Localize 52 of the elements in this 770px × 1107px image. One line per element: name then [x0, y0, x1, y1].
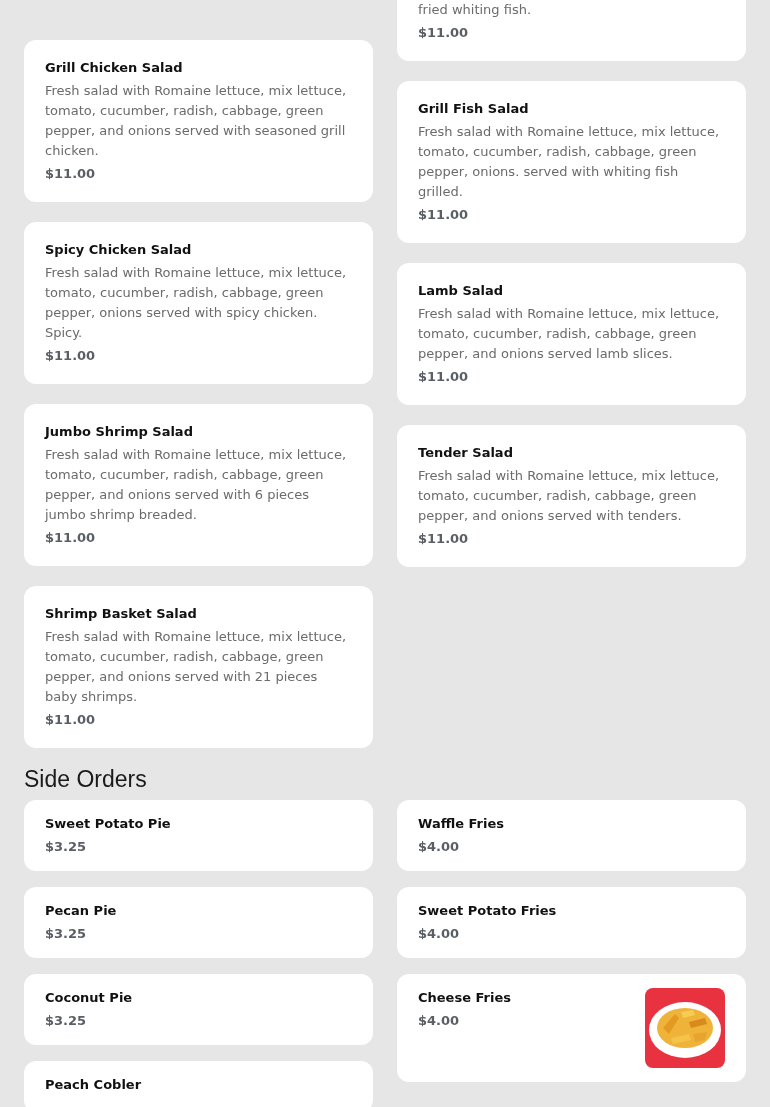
item-price: $4.00 — [418, 1012, 461, 1030]
menu-item-card[interactable]: Grill Fish Salad Fresh salad with Romaine lettuce, mix lettuce, tomato, cucumber, radish, cabbage, green pepper, onions. served with whiting fish grilled. $11.00 — [397, 81, 746, 243]
item-name: Spicy Chicken Salad — [45, 241, 193, 259]
item-description: Fresh salad with Romaine lettuce, mix lettuce, tomato, cucumber, radish, cabbage, green pepper, onions served with spicy chicken. Spicy. — [45, 264, 348, 342]
item-name: Sweet Potato Fries — [418, 902, 558, 920]
item-description: Fresh salad with Romaine lettuce, mix lettuce, tomato, cucumber, radish, cabbage, green pepper, and onions served with 21 pieces baby shrimps. — [45, 628, 348, 706]
menu-item-card[interactable]: fried whiting fish. $11.00 — [397, 0, 746, 61]
item-description: Fresh salad with Romaine lettuce, mix lettuce, tomato, cucumber, radish, cabbage, green pepper, and onions served lamb slices. — [418, 305, 721, 363]
menu-item-card[interactable]: Spicy Chicken Salad Fresh salad with Romaine lettuce, mix lettuce, tomato, cucumber, radish, cabbage, green pepper, onions served with spicy chicken. Spicy. $11.00 — [24, 222, 373, 384]
menu-item-card[interactable]: Tender Salad Fresh salad with Romaine lettuce, mix lettuce, tomato, cucumber, radish, cabbage, green pepper, and onions served with tenders. $11.00 — [397, 425, 746, 567]
item-name: Lamb Salad — [418, 282, 505, 300]
menu-item-card[interactable]: Sweet Potato Fries $4.00 — [397, 887, 746, 958]
menu-item-card[interactable]: Shrimp Basket Salad Fresh salad with Romaine lettuce, mix lettuce, tomato, cucumber, radish, cabbage, green pepper, and onions served with 21 pieces baby shrimps. $11.00 — [24, 586, 373, 748]
item-description: Fresh salad with Romaine lettuce, mix lettuce, tomato, cucumber, radish, cabbage, green pepper, and onions served with tenders. — [418, 467, 721, 525]
item-name: Grill Fish Salad — [418, 100, 530, 118]
item-name: Cheese Fries — [418, 989, 512, 1007]
menu-item-card[interactable]: Pecan Pie $3.25 — [24, 887, 373, 958]
menu-item-card[interactable]: Grill Chicken Salad Fresh salad with Romaine lettuce, mix lettuce, tomato, cucumber, radish, cabbage, green pepper, and onions served with seasoned grill chicken. $11.00 — [24, 40, 373, 202]
menu-item-card[interactable]: Jumbo Shrimp Salad Fresh salad with Romaine lettuce, mix lettuce, tomato, cucumber, radish, cabbage, green pepper, and onions served with 6 pieces jumbo shrimp breaded. $11.00 — [24, 404, 373, 566]
item-price: $4.00 — [418, 925, 461, 943]
item-name: Jumbo Shrimp Salad — [45, 423, 194, 441]
item-name: Grill Chicken Salad — [45, 59, 184, 77]
item-price: $11.00 — [418, 368, 470, 386]
item-price: $11.00 — [45, 711, 97, 729]
item-price: $11.00 — [45, 529, 97, 547]
menu-item-card[interactable]: Sweet Potato Pie $3.25 — [24, 800, 373, 871]
menu-item-card[interactable]: Waffle Fries $4.00 — [397, 800, 746, 871]
menu-item-card[interactable]: Cheese Fries $4.00 — [397, 974, 746, 1082]
item-price: $11.00 — [418, 24, 470, 42]
item-name: Tender Salad — [418, 444, 514, 462]
item-name: Waffle Fries — [418, 815, 505, 833]
item-name: Shrimp Basket Salad — [45, 605, 198, 623]
menu-item-card[interactable]: Peach Cobler — [24, 1061, 373, 1107]
item-description: Fresh salad with Romaine lettuce, mix lettuce, tomato, cucumber, radish, cabbage, green pepper, onions. served with whiting fish grilled. — [418, 123, 721, 201]
item-price: $11.00 — [418, 530, 470, 548]
item-price: $11.00 — [418, 206, 470, 224]
item-price: $4.00 — [418, 838, 461, 856]
item-name: Pecan Pie — [45, 902, 118, 920]
item-description: Fresh salad with Romaine lettuce, mix lettuce, tomato, cucumber, radish, cabbage, green pepper, and onions served with 6 pieces jumbo shrimp breaded. — [45, 446, 348, 524]
item-price: $3.25 — [45, 925, 88, 943]
item-name: Coconut Pie — [45, 989, 134, 1007]
menu-item-card[interactable]: Coconut Pie $3.25 — [24, 974, 373, 1045]
item-price: $3.25 — [45, 1012, 88, 1030]
section-heading: Side Orders — [24, 765, 148, 794]
item-price: $11.00 — [45, 165, 97, 183]
item-name: Sweet Potato Pie — [45, 815, 172, 833]
item-price: $11.00 — [45, 347, 97, 365]
item-price: $3.25 — [45, 838, 88, 856]
item-name: Peach Cobler — [45, 1076, 143, 1094]
menu-item-card[interactable]: Lamb Salad Fresh salad with Romaine lettuce, mix lettuce, tomato, cucumber, radish, cabbage, green pepper, and onions served lamb slices. $11.00 — [397, 263, 746, 405]
item-description: Fresh salad with Romaine lettuce, mix lettuce, tomato, cucumber, radish, cabbage, green pepper, and onions served with seasoned grill chicken. — [45, 82, 348, 160]
item-description: fried whiting fish. — [418, 1, 533, 19]
